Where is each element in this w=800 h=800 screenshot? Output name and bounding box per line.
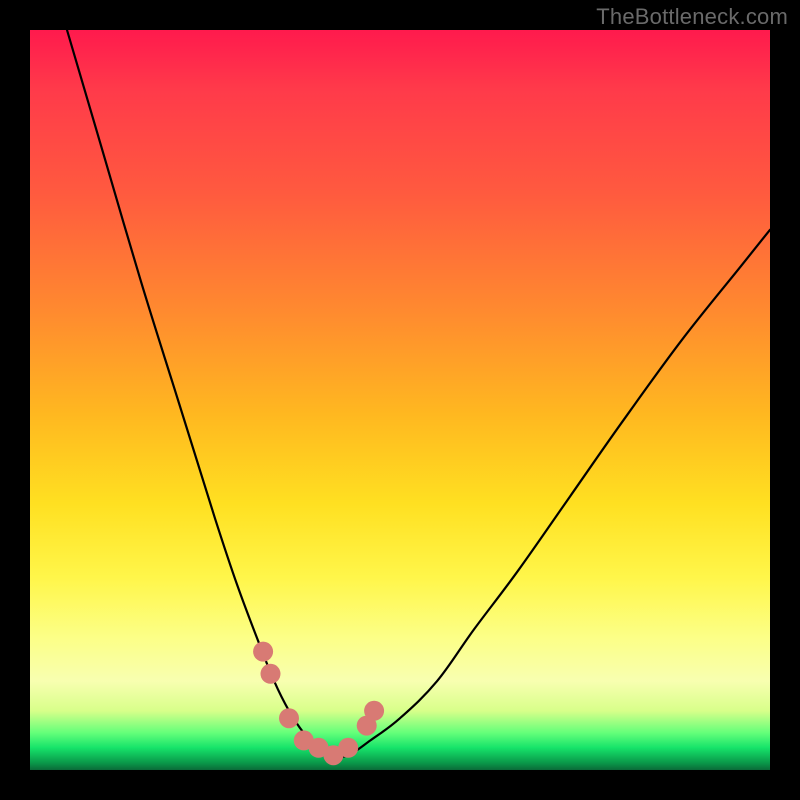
marker-point	[364, 701, 384, 721]
highlight-markers	[253, 642, 384, 766]
chart-svg	[30, 30, 770, 770]
marker-point	[253, 642, 273, 662]
marker-point	[261, 664, 281, 684]
marker-point	[279, 708, 299, 728]
watermark-text: TheBottleneck.com	[596, 4, 788, 30]
bottleneck-curve	[67, 30, 770, 757]
chart-frame: TheBottleneck.com	[0, 0, 800, 800]
marker-point	[338, 738, 358, 758]
plot-area	[30, 30, 770, 770]
